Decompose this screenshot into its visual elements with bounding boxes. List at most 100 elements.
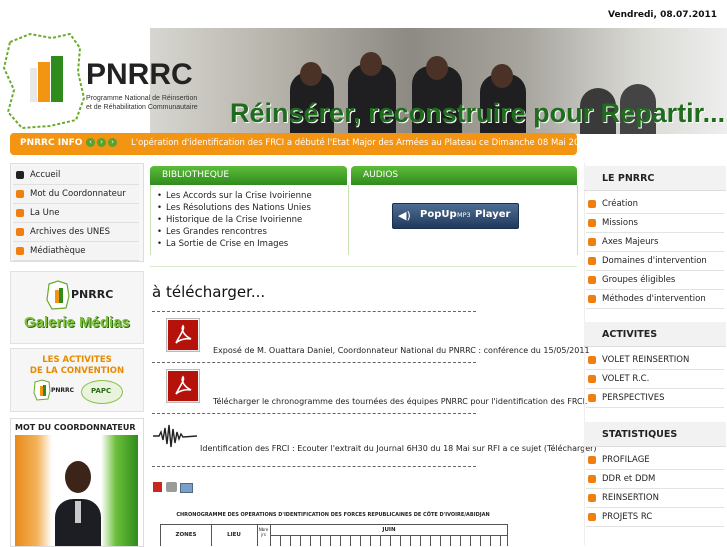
link-domaines[interactable]: Domaines d'intervention — [586, 253, 724, 271]
section-title: LE PNRRC — [602, 173, 655, 184]
brand-subtitle-line2: et de Réhabilitation Communautaire — [86, 104, 198, 111]
link-reinsertion[interactable]: REINSERTION — [586, 490, 724, 508]
link-creation[interactable]: Création — [586, 196, 724, 214]
link-label: VOLET R.C. — [602, 374, 650, 384]
nav-item-mot-du-coordonnateur[interactable]: Mot du Coordonnateur — [13, 185, 139, 204]
convention-logo1: PNRRC — [51, 387, 75, 394]
link-perspectives[interactable]: PERSPECTIVES — [586, 390, 724, 408]
bullet-icon — [588, 276, 596, 284]
pnrrc-map-icon — [46, 280, 70, 310]
header-banner: PNRRC Programme National de Réinsertion … — [0, 28, 727, 134]
ticker-headline[interactable]: L'opération d'identification des FRCI a … — [131, 138, 593, 148]
table-header-lieu: LIEU — [211, 525, 258, 546]
bullet-icon — [588, 475, 596, 483]
print-icon[interactable] — [166, 482, 177, 492]
convention-line2: DE LA CONVENTION — [29, 366, 125, 376]
tab-audios[interactable]: AUDIOS — [351, 166, 577, 185]
link-ddr-ddm[interactable]: DDR et DDM — [586, 471, 724, 489]
bullet-icon — [588, 200, 596, 208]
link-label: DDR et DDM — [602, 474, 656, 484]
email-icon[interactable] — [180, 483, 193, 493]
link-label: VOLET REINSERTION — [602, 355, 690, 365]
slogan: Réinsérer, reconstruire pour Repartir...… — [230, 98, 727, 128]
tab-label: AUDIOS — [363, 170, 399, 180]
pdf-export-icon[interactable] — [153, 482, 162, 492]
nav-item-la-une[interactable]: La Une — [13, 204, 139, 223]
player-label: PopUp — [420, 209, 457, 220]
link-label: Axes Majeurs — [602, 237, 659, 247]
nav-label: Archives des UNES — [30, 227, 111, 237]
divider — [150, 266, 577, 267]
section-title: STATISTIQUES — [602, 429, 678, 440]
link-label: Groupes éligibles — [602, 275, 676, 285]
chevron-right-icon[interactable]: › — [97, 138, 106, 147]
pdf-icon[interactable] — [166, 369, 200, 403]
download-link-chronogramme[interactable]: Télécharger le chronogramme des tournées… — [213, 397, 587, 406]
link-missions[interactable]: Missions — [586, 215, 724, 233]
link-methodes[interactable]: Méthodes d'intervention — [586, 291, 724, 309]
biblio-link[interactable]: Les Résolutions des Nations Unies — [157, 203, 311, 213]
link-label: Missions — [602, 218, 638, 228]
galerie-label: Galerie Médias — [24, 314, 130, 331]
table-header-month: JUIN — [271, 525, 507, 536]
player-word: Player — [475, 209, 511, 220]
nav-label: Mot du Coordonnateur — [30, 189, 126, 199]
popup-mp3-player-button[interactable]: ◀) PopUp MP3 Player — [392, 203, 519, 229]
bullet-icon — [588, 494, 596, 502]
speaker-icon: ◀) — [398, 209, 411, 222]
tab-label: BIBLIOTHEQUE — [162, 170, 230, 180]
biblio-link[interactable]: La Sortie de Crise en Images — [157, 239, 288, 249]
player-mp3: MP3 — [457, 211, 471, 219]
pdf-icon[interactable] — [166, 318, 200, 352]
biblio-link[interactable]: Les Accords sur la Crise Ivoirienne — [157, 191, 312, 201]
link-label: PERSPECTIVES — [602, 393, 665, 403]
pnrrc-small-map-icon — [33, 379, 51, 401]
coordonnateur-photo — [15, 435, 138, 546]
nav-label: Médiathèque — [30, 246, 86, 256]
nav-item-accueil[interactable]: Accueil — [13, 166, 139, 185]
table-caption: CHRONOGRAMME DES OPERATIONS D'IDENTIFICA… — [176, 512, 490, 518]
link-profilage[interactable]: PROFILAGE — [586, 452, 724, 470]
link-label: Création — [602, 199, 638, 209]
biblio-link[interactable]: Historique de la Crise Ivoirienne — [157, 215, 302, 225]
bullet-icon — [16, 190, 24, 198]
nav-item-mediatheque[interactable]: Médiathèque — [13, 242, 139, 261]
link-label: PROFILAGE — [602, 455, 650, 465]
bullet-icon — [16, 171, 24, 179]
nav-item-archives[interactable]: Archives des UNES — [13, 223, 139, 242]
link-projets-rc[interactable]: PROJETS RC — [586, 509, 724, 527]
bullet-icon — [588, 456, 596, 464]
convention-line1: LES ACTIVITES — [42, 355, 112, 365]
link-axes-majeurs[interactable]: Axes Majeurs — [586, 234, 724, 252]
link-groupes[interactable]: Groupes éligibles — [586, 272, 724, 290]
galerie-medias-banner[interactable]: PNRRC Galerie Médias — [10, 271, 144, 344]
audio-waveform-icon[interactable] — [153, 423, 197, 449]
tab-bibliotheque[interactable]: BIBLIOTHEQUE — [150, 166, 347, 185]
mot-du-coordonnateur-box: MOT DU COORDONNATEUR — [10, 418, 144, 547]
nav-label: Accueil — [30, 170, 61, 180]
link-volet-reinsertion[interactable]: VOLET REINSERTION — [586, 352, 724, 370]
table-header-zones: ZONES — [161, 525, 212, 546]
downloads-title: à télécharger... — [152, 283, 266, 301]
chronogramme-table: ZONES LIEU Nbre jrs JUIN — [160, 524, 508, 546]
news-ticker: PNRRC INFO ‹ › › L'opération d'identific… — [10, 133, 593, 155]
link-volet-rc[interactable]: VOLET R.C. — [586, 371, 724, 389]
bullet-icon — [588, 513, 596, 521]
link-label: Méthodes d'intervention — [602, 294, 706, 304]
chevron-left-icon[interactable]: ‹ — [86, 138, 95, 147]
papc-logo: PAPC — [81, 380, 123, 404]
activites-convention-banner[interactable]: LES ACTIVITES DE LA CONVENTION PNRRC PAP… — [10, 348, 144, 412]
chevron-right-icon[interactable]: › — [108, 138, 117, 147]
download-link-expose[interactable]: Exposé de M. Ouattara Daniel, Coordonnat… — [213, 346, 590, 355]
link-label: Domaines d'intervention — [602, 256, 707, 266]
mot-title: MOT DU COORDONNATEUR — [15, 423, 136, 432]
bullet-icon — [16, 209, 24, 217]
brand-subtitle-line1: Programme National de Réinsertion — [86, 95, 198, 102]
biblio-link[interactable]: Les Grandes rencontres — [157, 227, 267, 237]
bullet-icon — [588, 295, 596, 303]
main-menu: Accueil Mot du Coordonnateur La Une Arch… — [10, 163, 144, 262]
download-link-rfi-audio[interactable]: Identification des FRCI : Ecouter l'extr… — [200, 444, 597, 453]
current-date: Vendredi, 08.07.2011 — [608, 10, 717, 20]
divider — [152, 466, 476, 467]
brand-logo-text: PNRRC — [86, 58, 193, 91]
